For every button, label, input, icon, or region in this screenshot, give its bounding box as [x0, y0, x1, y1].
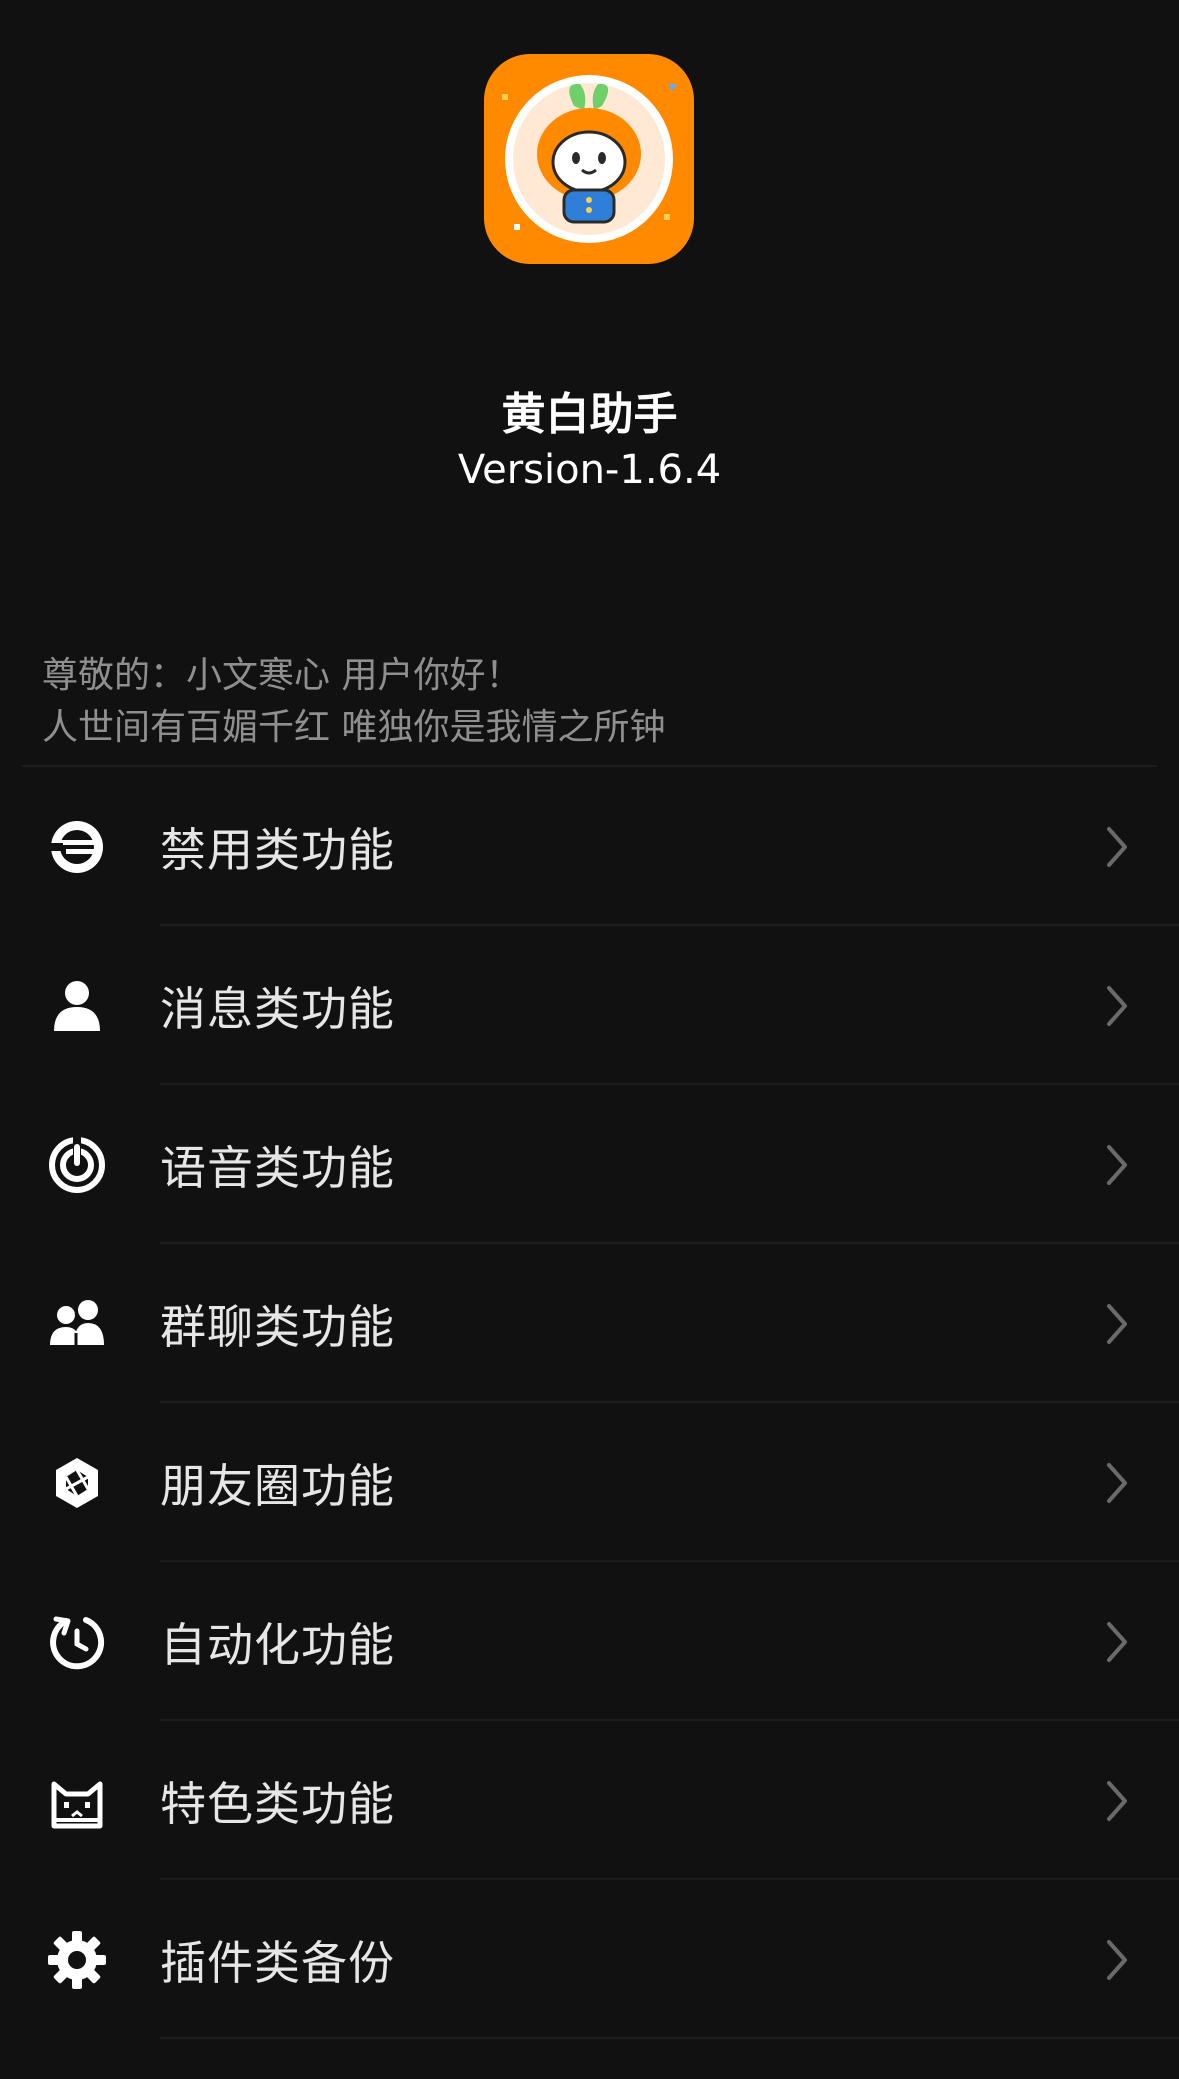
chevron-right-icon: [1103, 1620, 1131, 1664]
chevron-right-icon: [1103, 1302, 1131, 1346]
app-logo-icon: [484, 54, 694, 264]
menu-item-moments[interactable]: 朋友圈功能: [0, 1403, 1179, 1562]
chevron-right-icon: [1103, 1461, 1131, 1505]
chevron-right-icon: [1103, 1779, 1131, 1823]
menu-item-plugin-backup[interactable]: 插件类备份: [0, 1880, 1179, 2039]
menu-item-label: 语音类功能: [160, 1140, 395, 1195]
menu-item-automation[interactable]: 自动化功能: [0, 1562, 1179, 1721]
chevron-right-icon: [1103, 984, 1131, 1028]
menu-item-group[interactable]: 群聊类功能: [0, 1244, 1179, 1403]
divider: [160, 2037, 1179, 2039]
menu-item-voice[interactable]: 语音类功能: [0, 1085, 1179, 1244]
chevron-right-icon: [1103, 1143, 1131, 1187]
voice-icon: [46, 1134, 108, 1196]
user-icon: [46, 975, 108, 1037]
cat-icon: [46, 1770, 108, 1832]
menu-item-label: 朋友圈功能: [160, 1458, 395, 1513]
app-header: 黄白助手 Version-1.6.4 尊敬的：小文寒心 用户你好！ 人世间有百媚…: [0, 0, 1179, 767]
menu-item-message[interactable]: 消息类功能: [0, 926, 1179, 1085]
block-icon: [46, 816, 108, 878]
gear-icon: [46, 1929, 108, 1991]
menu-item-label: 特色类功能: [160, 1776, 395, 1831]
group-icon: [46, 1293, 108, 1355]
menu-item-label: 消息类功能: [160, 981, 395, 1036]
menu-item-label: 禁用类功能: [160, 822, 395, 877]
app-name: 黄白助手: [501, 389, 678, 440]
greeting: 尊敬的：小文寒心 用户你好！ 人世间有百媚千红 唯独你是我情之所钟: [42, 650, 665, 754]
menu-item-label: 自动化功能: [160, 1617, 395, 1672]
function-menu: 禁用类功能 消息类功能 语音类功能 群聊类功能 朋友圈功能 自动化功能 特色类功…: [0, 767, 1179, 2039]
timer-icon: [46, 1611, 108, 1673]
greeting-line-1: 尊敬的：小文寒心 用户你好！: [42, 655, 522, 696]
menu-item-featured[interactable]: 特色类功能: [0, 1721, 1179, 1880]
menu-item-label: 插件类备份: [160, 1935, 395, 1990]
greeting-line-2: 人世间有百媚千红 唯独你是我情之所钟: [42, 707, 666, 748]
moments-icon: [46, 1452, 108, 1514]
chevron-right-icon: [1103, 825, 1131, 869]
menu-item-disable[interactable]: 禁用类功能: [0, 767, 1179, 926]
menu-item-label: 群聊类功能: [160, 1299, 395, 1354]
chevron-right-icon: [1103, 1938, 1131, 1982]
app-version: Version-1.6.4: [457, 447, 722, 493]
